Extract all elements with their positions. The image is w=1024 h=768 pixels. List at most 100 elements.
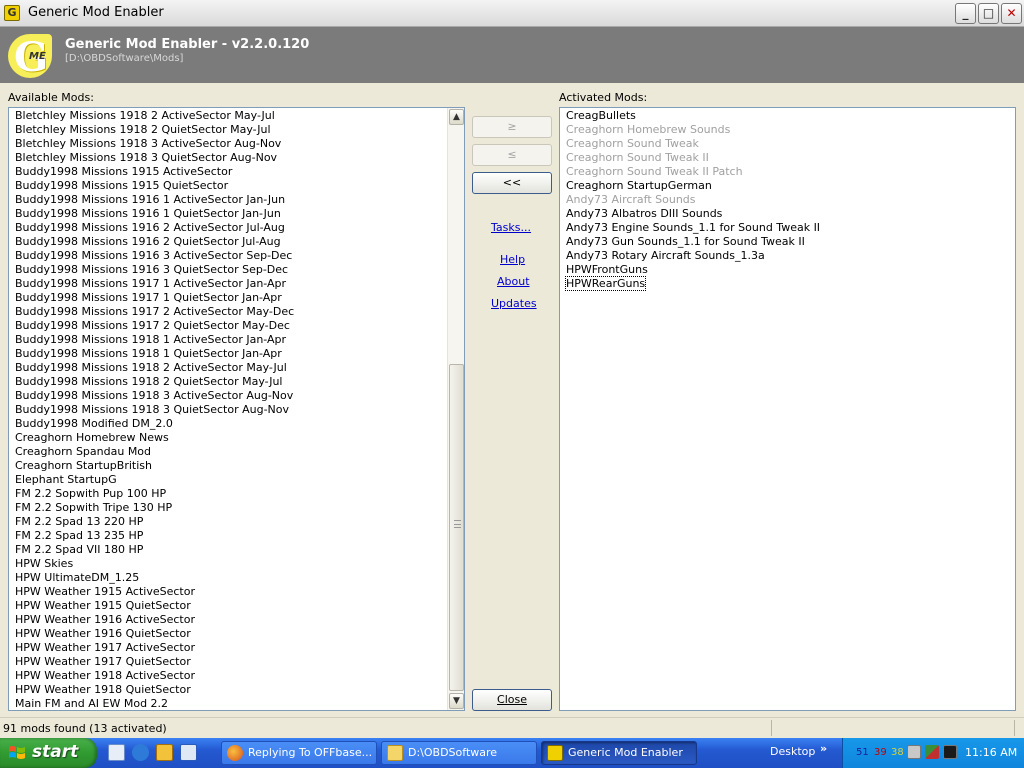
available-mod-item[interactable]: HPW Weather 1915 QuietSector xyxy=(9,599,464,613)
tray-number[interactable]: 51 xyxy=(856,747,869,758)
activated-mod-item[interactable]: Andy73 Albatros DIII Sounds xyxy=(560,207,1015,221)
available-mod-item[interactable]: Buddy1998 Missions 1918 2 ActiveSector M… xyxy=(9,361,464,375)
minimize-button[interactable]: _ xyxy=(955,3,976,24)
window-title: Generic Mod Enabler xyxy=(28,5,164,20)
close-window-button[interactable]: ✕ xyxy=(1001,3,1022,24)
scroll-down-arrow-icon[interactable]: ▼ xyxy=(449,693,464,709)
app-tray-icon[interactable] xyxy=(925,745,939,759)
available-mod-item[interactable]: Elephant StartupG xyxy=(9,473,464,487)
available-mod-item[interactable]: Buddy1998 Missions 1918 3 QuietSector Au… xyxy=(9,403,464,417)
available-mod-item[interactable]: Buddy1998 Missions 1918 2 QuietSector Ma… xyxy=(9,375,464,389)
internet-explorer-icon[interactable] xyxy=(132,744,149,761)
available-mod-item[interactable]: Buddy1998 Missions 1918 1 QuietSector Ja… xyxy=(9,347,464,361)
mods-path: [D:\OBDSoftware\Mods] xyxy=(65,53,184,64)
updates-link[interactable]: Updates xyxy=(491,297,537,310)
scroll-thumb[interactable] xyxy=(449,364,464,691)
activated-mod-item[interactable]: Creaghorn Sound Tweak II xyxy=(560,151,1015,165)
available-mods-list[interactable]: Bletchley Missions 1918 2 ActiveSector M… xyxy=(8,107,465,711)
help-link[interactable]: Help xyxy=(500,253,525,266)
scroll-up-arrow-icon[interactable]: ▲ xyxy=(449,109,464,125)
activated-mod-item[interactable]: Creaghorn Sound Tweak xyxy=(560,137,1015,151)
available-mod-item[interactable]: Buddy1998 Modified DM_2.0 xyxy=(9,417,464,431)
activated-mod-item[interactable]: HPWRearGuns xyxy=(560,276,1015,291)
available-mod-item[interactable]: Buddy1998 Missions 1916 2 ActiveSector J… xyxy=(9,221,464,235)
available-mod-item[interactable]: Buddy1998 Missions 1917 1 QuietSector Ja… xyxy=(9,291,464,305)
deactivate-all-button[interactable]: << xyxy=(472,172,552,194)
available-mod-item[interactable]: HPW Weather 1915 ActiveSector xyxy=(9,585,464,599)
available-mod-item[interactable]: HPW Weather 1916 ActiveSector xyxy=(9,613,464,627)
available-mod-item[interactable]: HPW Weather 1916 QuietSector xyxy=(9,627,464,641)
activate-button[interactable]: ≥ xyxy=(472,116,552,138)
activated-mod-item[interactable]: Andy73 Gun Sounds_1.1 for Sound Tweak II xyxy=(560,235,1015,249)
available-mod-item[interactable]: Creaghorn Homebrew News xyxy=(9,431,464,445)
notepad-icon[interactable] xyxy=(108,744,125,761)
gme-logo: G ME xyxy=(8,34,52,81)
close-button[interactable]: Close xyxy=(472,689,552,711)
clock[interactable]: 11:16 AM xyxy=(965,746,1017,759)
activated-mod-label: Creaghorn Sound Tweak II xyxy=(566,151,709,164)
activated-mod-item[interactable]: Andy73 Aircraft Sounds xyxy=(560,193,1015,207)
available-mod-item[interactable]: HPW Skies xyxy=(9,557,464,571)
available-mod-item[interactable]: HPW UltimateDM_1.25 xyxy=(9,571,464,585)
tray-number[interactable]: 38 xyxy=(891,747,904,758)
activated-mod-item[interactable]: Creaghorn Sound Tweak II Patch xyxy=(560,165,1015,179)
taskbar-item-gme[interactable]: Generic Mod Enabler xyxy=(541,741,697,765)
activated-mod-item[interactable]: Andy73 Rotary Aircraft Sounds_1.3a xyxy=(560,249,1015,263)
available-mod-item[interactable]: FM 2.2 Spad VII 180 HP xyxy=(9,543,464,557)
available-mod-item[interactable]: Main FM and AI EW Mod 2.2 xyxy=(9,697,464,710)
desktop-toolbar[interactable]: Desktop xyxy=(770,745,815,758)
app-icon[interactable]: G xyxy=(4,5,20,21)
network-icon[interactable] xyxy=(907,745,921,759)
available-mod-item[interactable]: Buddy1998 Missions 1918 3 ActiveSector A… xyxy=(9,389,464,403)
activated-mod-label: Creaghorn Sound Tweak II Patch xyxy=(566,165,743,178)
available-mod-item[interactable]: Buddy1998 Missions 1916 1 QuietSector Ja… xyxy=(9,207,464,221)
available-mod-item[interactable]: Bletchley Missions 1918 2 QuietSector Ma… xyxy=(9,123,464,137)
available-mod-item[interactable]: FM 2.2 Spad 13 235 HP xyxy=(9,529,464,543)
available-mod-item[interactable]: Buddy1998 Missions 1917 2 ActiveSector M… xyxy=(9,305,464,319)
available-mod-item[interactable]: FM 2.2 Sopwith Tripe 130 HP xyxy=(9,501,464,515)
maximize-button[interactable]: □ xyxy=(978,3,999,24)
available-mod-item[interactable]: HPW Weather 1917 ActiveSector xyxy=(9,641,464,655)
available-mods-label: Available Mods: xyxy=(8,91,94,104)
start-button[interactable]: start xyxy=(0,738,97,768)
title-bar[interactable]: G Generic Mod Enabler _ □ ✕ xyxy=(0,0,1024,27)
available-mod-item[interactable]: Buddy1998 Missions 1918 1 ActiveSector J… xyxy=(9,333,464,347)
available-mod-item[interactable]: HPW Weather 1918 QuietSector xyxy=(9,683,464,697)
available-mod-item[interactable]: Creaghorn StartupBritish xyxy=(9,459,464,473)
available-mod-item[interactable]: Bletchley Missions 1918 2 ActiveSector M… xyxy=(9,109,464,123)
available-mod-item[interactable]: FM 2.2 Spad 13 220 HP xyxy=(9,515,464,529)
available-mod-item[interactable]: Bletchley Missions 1918 3 QuietSector Au… xyxy=(9,151,464,165)
activated-mod-item[interactable]: CreagBullets xyxy=(560,109,1015,123)
scrollbar[interactable]: ▲ ▼ xyxy=(447,108,464,710)
available-mod-item[interactable]: Buddy1998 Missions 1916 1 ActiveSector J… xyxy=(9,193,464,207)
taskbar-item-explorer[interactable]: D:\OBDSoftware xyxy=(381,741,537,765)
available-mod-item[interactable]: Creaghorn Spandau Mod xyxy=(9,445,464,459)
activated-mod-item[interactable]: HPWFrontGuns xyxy=(560,263,1015,277)
activated-mod-item[interactable]: Creaghorn Homebrew Sounds xyxy=(560,123,1015,137)
tasks-link[interactable]: Tasks... xyxy=(491,221,531,234)
deactivate-button[interactable]: ≤ xyxy=(472,144,552,166)
activated-mod-label: HPWRearGuns xyxy=(564,276,647,291)
available-mod-item[interactable]: Buddy1998 Missions 1916 3 ActiveSector S… xyxy=(9,249,464,263)
activated-mod-item[interactable]: Creaghorn StartupGerman xyxy=(560,179,1015,193)
available-mod-item[interactable]: Buddy1998 Missions 1915 ActiveSector xyxy=(9,165,464,179)
chevron-icon[interactable]: » xyxy=(820,742,827,755)
available-mod-item[interactable]: FM 2.2 Sopwith Pup 100 HP xyxy=(9,487,464,501)
available-mod-item[interactable]: Buddy1998 Missions 1915 QuietSector xyxy=(9,179,464,193)
clock-app-icon[interactable] xyxy=(156,744,173,761)
available-mod-item[interactable]: Bletchley Missions 1918 3 ActiveSector A… xyxy=(9,137,464,151)
outlook-icon[interactable] xyxy=(180,744,197,761)
activated-mods-list[interactable]: CreagBullets Creaghorn Homebrew Sounds Cre… xyxy=(559,107,1016,711)
available-mod-item[interactable]: Buddy1998 Missions 1917 2 QuietSector Ma… xyxy=(9,319,464,333)
available-mod-item[interactable]: HPW Weather 1918 ActiveSector xyxy=(9,669,464,683)
available-mod-item[interactable]: Buddy1998 Missions 1916 3 QuietSector Se… xyxy=(9,263,464,277)
available-mod-item[interactable]: HPW Weather 1917 QuietSector xyxy=(9,655,464,669)
activated-mod-item[interactable]: Andy73 Engine Sounds_1.1 for Sound Tweak… xyxy=(560,221,1015,235)
monitor-icon[interactable] xyxy=(943,745,957,759)
available-mod-item[interactable]: Buddy1998 Missions 1917 1 ActiveSector J… xyxy=(9,277,464,291)
about-link[interactable]: About xyxy=(497,275,530,288)
taskbar-item-firefox[interactable]: Replying To OFFbase... xyxy=(221,741,377,765)
available-mod-item[interactable]: Buddy1998 Missions 1916 2 QuietSector Ju… xyxy=(9,235,464,249)
status-divider xyxy=(771,720,772,736)
tray-number[interactable]: 39 xyxy=(874,747,887,758)
